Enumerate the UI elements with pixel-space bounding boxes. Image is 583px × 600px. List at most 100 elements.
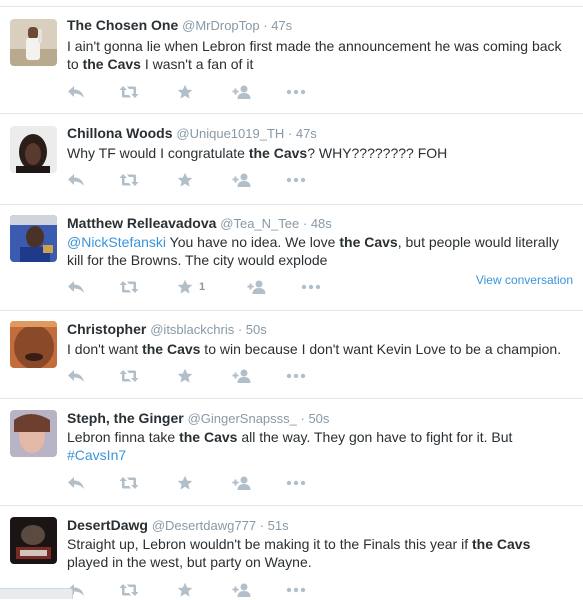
display-name[interactable]: Christopher (67, 321, 146, 337)
more-icon (301, 284, 321, 290)
tweet-actions: 1 (67, 277, 327, 297)
avatar[interactable] (10, 410, 57, 457)
follow-button[interactable] (232, 473, 252, 493)
star-icon (177, 84, 193, 100)
tweet-actions (67, 580, 327, 600)
tweet[interactable]: Christopher @itsblackchris · 50s I don't… (0, 310, 583, 398)
favorite-button[interactable] (177, 366, 193, 386)
view-conversation-link[interactable]: View conversation (476, 273, 573, 287)
retweet-icon (119, 173, 139, 187)
timestamp[interactable]: 50s (246, 322, 267, 337)
tweet-header: Matthew Relleavadova @Tea_N_Tee · 48s (67, 214, 332, 233)
display-name[interactable]: DesertDawg (67, 517, 148, 533)
retweet-button[interactable] (119, 473, 139, 493)
time-separator: · (234, 322, 246, 337)
hashtag-link[interactable]: #CavsIn7 (67, 447, 126, 463)
avatar[interactable] (10, 215, 57, 262)
reply-icon (67, 369, 85, 383)
tweet[interactable]: Matthew Relleavadova @Tea_N_Tee · 48s @N… (0, 204, 583, 311)
follow-icon (232, 172, 252, 188)
reply-icon (67, 85, 85, 99)
star-icon (177, 279, 193, 295)
tweet-actions (67, 170, 327, 190)
follow-button[interactable] (232, 82, 252, 102)
more-button[interactable] (286, 366, 306, 386)
favorite-button[interactable] (177, 82, 193, 102)
username[interactable]: @itsblackchris (150, 322, 234, 337)
timestamp[interactable]: 50s (308, 411, 329, 426)
reply-button[interactable] (67, 170, 85, 190)
reply-button[interactable] (67, 82, 85, 102)
retweet-icon (119, 280, 139, 294)
more-button[interactable] (301, 277, 321, 297)
tweet[interactable]: Steph, the Ginger @GingerSnapsss_ · 50s … (0, 398, 583, 505)
keyword-highlight: the Cavs (142, 341, 201, 357)
reply-button[interactable] (67, 366, 85, 386)
username[interactable]: @Desertdawg777 (152, 518, 256, 533)
retweet-icon (119, 85, 139, 99)
more-icon (286, 89, 306, 95)
time-separator: · (284, 126, 296, 141)
username[interactable]: @Unique1019_TH (176, 126, 284, 141)
avatar[interactable] (10, 126, 57, 173)
avatar[interactable] (10, 321, 57, 368)
mention-link[interactable]: @NickStefanski (67, 234, 166, 250)
tweet[interactable]: DesertDawg @Desertdawg777 · 51s Straight… (0, 505, 583, 599)
retweet-button[interactable] (119, 170, 139, 190)
timestamp[interactable]: 51s (268, 518, 289, 533)
favorite-button[interactable]: 1 (177, 277, 205, 297)
favorite-button[interactable] (177, 170, 193, 190)
reply-button[interactable] (67, 473, 85, 493)
follow-button[interactable] (232, 580, 252, 600)
timestamp[interactable]: 47s (296, 126, 317, 141)
more-button[interactable] (286, 473, 306, 493)
tweet-text: Straight up, Lebron wouldn't be making i… (67, 535, 557, 571)
tweet-actions (67, 82, 327, 102)
text-segment: You have no idea. We love (166, 234, 340, 250)
keyword-highlight: the Cavs (248, 145, 308, 161)
tweet[interactable]: The Chosen One @MrDropTop · 47s I ain't … (0, 6, 583, 104)
username[interactable]: @GingerSnapsss_ (188, 411, 297, 426)
username[interactable]: @Tea_N_Tee (220, 216, 299, 231)
timestamp[interactable]: 48s (311, 216, 332, 231)
display-name[interactable]: Matthew Relleavadova (67, 215, 216, 231)
retweet-button[interactable] (119, 580, 139, 600)
reply-icon (67, 476, 85, 490)
text-segment: ? WHY???????? FOH (307, 145, 448, 161)
more-button[interactable] (286, 580, 306, 600)
tweet[interactable]: Chillona Woods @Unique1019_TH · 47s Why … (0, 113, 583, 205)
tweet-header: DesertDawg @Desertdawg777 · 51s (67, 516, 289, 535)
display-name[interactable]: The Chosen One (67, 17, 178, 33)
follow-button[interactable] (232, 366, 252, 386)
follow-icon (247, 279, 267, 295)
tweet-text: Why TF would I congratulate the Cavs? WH… (67, 144, 577, 162)
avatar[interactable] (10, 19, 57, 66)
keyword-highlight: the Cavs (339, 234, 398, 250)
favorite-button[interactable] (177, 473, 193, 493)
retweet-button[interactable] (119, 277, 139, 297)
more-button[interactable] (286, 170, 306, 190)
retweet-button[interactable] (119, 366, 139, 386)
reply-icon (67, 280, 85, 294)
username[interactable]: @MrDropTop (182, 18, 260, 33)
avatar[interactable] (10, 517, 57, 564)
favorite-button[interactable] (177, 580, 193, 600)
retweet-icon (119, 583, 139, 597)
more-button[interactable] (286, 82, 306, 102)
keyword-highlight: the Cavs (472, 536, 531, 552)
timestamp[interactable]: 47s (271, 18, 292, 33)
display-name[interactable]: Steph, the Ginger (67, 410, 184, 426)
status-bar-fragment (0, 588, 73, 599)
retweet-button[interactable] (119, 82, 139, 102)
more-icon (286, 480, 306, 486)
text-segment: Lebron finna take (67, 429, 180, 445)
tweet-actions (67, 473, 327, 493)
tweet-header: Steph, the Ginger @GingerSnapsss_ · 50s (67, 409, 329, 428)
display-name[interactable]: Chillona Woods (67, 125, 173, 141)
text-segment: all the way. They gon have to fight for … (237, 429, 513, 445)
time-separator: · (299, 216, 311, 231)
follow-button[interactable] (247, 277, 267, 297)
follow-button[interactable] (232, 170, 252, 190)
follow-icon (232, 582, 252, 598)
reply-button[interactable] (67, 277, 85, 297)
